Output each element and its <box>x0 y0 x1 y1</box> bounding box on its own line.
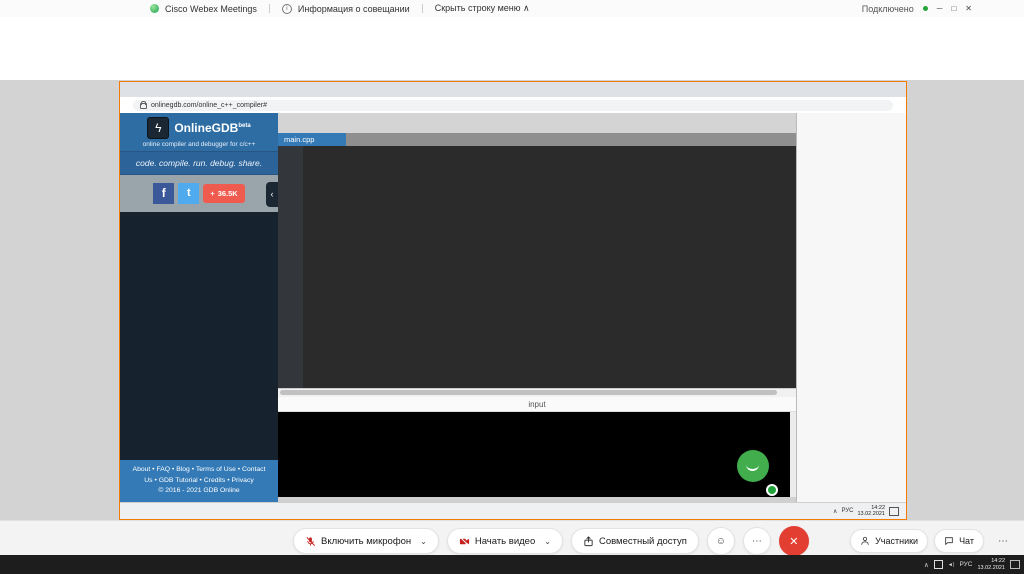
webex-control-bar: Включить микрофон ⌄ Начать видео ⌄ Совме… <box>0 520 1024 556</box>
unmute-button[interactable]: Включить микрофон ⌄ <box>293 528 439 554</box>
sidebar-footer: About • FAQ • Blog • Terms of Use • Cont… <box>120 460 278 503</box>
shared-screen-taskbar: ∧ РУС 14:22 13.02.2021 <box>120 502 906 519</box>
twitter-icon[interactable]: t <box>178 183 199 204</box>
browser-tabstrip <box>120 82 906 97</box>
participant-strip <box>0 31 1024 80</box>
horizontal-scrollbar[interactable] <box>278 388 796 397</box>
sidebar-collapse-button[interactable]: ‹ <box>266 182 278 207</box>
share-indicator-dot <box>766 484 778 496</box>
footer-links[interactable]: About • FAQ • Blog • Terms of Use • Cont… <box>129 465 269 486</box>
mic-muted-icon <box>305 536 316 547</box>
notification-center-icon[interactable] <box>1010 560 1020 569</box>
reactions-button[interactable]: ☺ <box>707 527 735 555</box>
language-indicator[interactable]: РУС <box>959 561 972 568</box>
footer-copyright: © 2016 - 2021 GDB Online <box>129 486 269 497</box>
input-label: input <box>283 400 791 409</box>
chat-icon <box>944 536 954 546</box>
panel-more-button[interactable]: ⋯ <box>990 528 1016 554</box>
tray-chevron-icon[interactable]: ∧ <box>924 561 929 569</box>
start-video-button[interactable]: Начать видео ⌄ <box>447 528 563 554</box>
network-icon[interactable] <box>934 560 943 569</box>
file-tab-main-cpp[interactable]: main.cpp <box>278 133 346 146</box>
chat-button[interactable]: Чат <box>934 529 984 553</box>
file-tabbar: main.cpp <box>278 133 796 146</box>
minimize-button[interactable]: ─ <box>937 4 943 13</box>
windows-taskbar: ∧ ◄) РУС 14:22 13.02.2021 <box>0 555 1024 574</box>
participants-button[interactable]: Участники <box>850 529 928 553</box>
https-lock-icon <box>140 103 147 109</box>
info-icon: i <box>282 4 292 14</box>
leave-meeting-button[interactable]: ✕ <box>779 526 809 556</box>
system-tray: ∧ ◄) РУС 14:22 13.02.2021 <box>924 558 1020 571</box>
tray-chevron-icon[interactable]: ∧ <box>833 508 837 515</box>
browser-urlbar: onlinegdb.com/online_c++_compiler# <box>120 97 906 114</box>
social-row: f t + 36.5K ‹ <box>120 175 278 212</box>
close-button[interactable]: ✕ <box>965 4 972 13</box>
shared-screen-stage: onlinegdb.com/online_c++_compiler# ϟ Onl… <box>0 80 1024 520</box>
share-count: 36.5K <box>218 189 238 198</box>
chevron-down-icon[interactable]: ⌄ <box>420 537 427 546</box>
onlinegdb-sidebar: ϟ OnlineGDBbeta online compiler and debu… <box>120 113 278 503</box>
line-number-gutter <box>278 146 303 388</box>
console-scrollbar[interactable] <box>790 412 796 497</box>
screen: Cisco Webex Meetings i Информация о сове… <box>0 0 1024 574</box>
brand-name: OnlineGDBbeta <box>174 121 250 135</box>
code-editor[interactable] <box>278 146 796 388</box>
brand-subtitle: online compiler and debugger for c/c++ <box>120 141 278 148</box>
webex-titlebar: Cisco Webex Meetings i Информация о сове… <box>0 0 1024 18</box>
participants-label: Участники <box>875 536 918 546</box>
more-options-button[interactable]: ⋯ <box>743 527 771 555</box>
divider <box>269 4 270 13</box>
brand-tagline: code. compile. run. debug. share. <box>120 151 278 175</box>
scrollbar-thumb[interactable] <box>280 390 777 395</box>
connection-status: Подключено <box>862 4 914 14</box>
clock[interactable]: 14:22 13.02.2021 <box>977 558 1005 571</box>
webex-logo-icon <box>150 4 159 13</box>
webex-menubar <box>0 17 1024 31</box>
editor-column: main.cpp input <box>278 113 796 503</box>
maximize-button[interactable]: □ <box>951 4 956 13</box>
share-screen-icon <box>583 536 594 547</box>
participants-icon <box>860 536 870 546</box>
camera-off-icon <box>459 536 470 547</box>
sidebar-filler <box>120 212 278 460</box>
start-video-label: Начать видео <box>475 536 535 547</box>
console-input-bar: input <box>278 397 796 412</box>
facebook-icon[interactable]: f <box>153 183 174 204</box>
onlinegdb-header: ϟ OnlineGDBbeta online compiler and debu… <box>120 113 278 151</box>
address-bar[interactable]: onlinegdb.com/online_c++_compiler# <box>133 100 893 111</box>
shared-system-tray: ∧ РУС 14:22 13.02.2021 <box>833 505 899 518</box>
clock[interactable]: 14:22 13.02.2021 <box>857 505 885 518</box>
share-count-button[interactable]: + 36.5K <box>203 184 244 203</box>
notification-center-icon[interactable] <box>889 507 899 516</box>
shared-browser-window: onlinegdb.com/online_c++_compiler# ϟ Onl… <box>119 81 907 520</box>
volume-icon[interactable]: ◄) <box>948 562 955 568</box>
share-content-button[interactable]: Совместный доступ <box>571 528 699 554</box>
url-text: onlinegdb.com/online_c++_compiler# <box>151 102 267 109</box>
plus-icon: + <box>210 189 214 198</box>
hide-menu-link[interactable]: Скрыть строку меню ∧ <box>435 3 530 14</box>
chat-label: Чат <box>959 536 974 546</box>
meeting-info-link[interactable]: Информация о совещании <box>298 4 410 14</box>
debugger-panel <box>796 113 906 503</box>
onlinegdb-logo-icon: ϟ <box>147 117 169 139</box>
program-console[interactable] <box>278 412 796 497</box>
share-content-label: Совместный доступ <box>599 536 687 547</box>
chevron-down-icon[interactable]: ⌄ <box>544 537 551 546</box>
divider <box>422 4 423 13</box>
connection-dot-icon <box>923 6 928 11</box>
language-indicator[interactable]: РУС <box>841 508 853 514</box>
unmute-label: Включить микрофон <box>321 536 411 547</box>
app-title: Cisco Webex Meetings <box>165 4 257 14</box>
feedback-bubble-button[interactable] <box>737 450 769 482</box>
code-area[interactable] <box>303 146 796 388</box>
ide-toolbar <box>278 113 796 133</box>
